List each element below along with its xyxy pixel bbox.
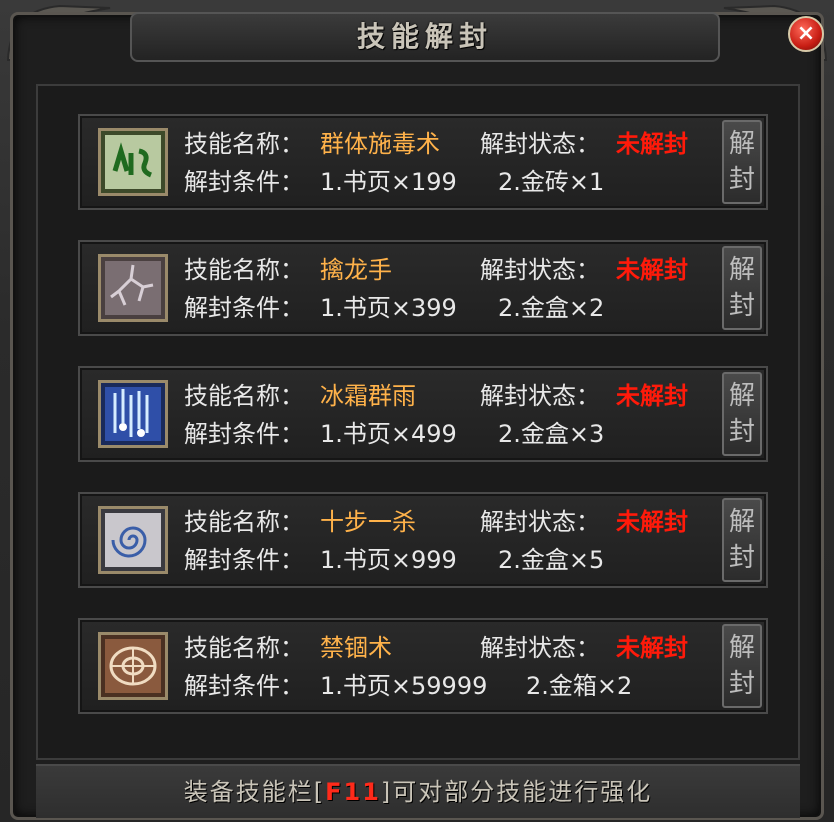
skill-name: 擒龙手 <box>320 256 392 284</box>
unlock-status-value: 未解封 <box>616 130 688 158</box>
unlock-condition-label: 解封条件： <box>184 420 304 448</box>
skill-name-label: 技能名称： <box>184 382 304 410</box>
skill-icon-frame <box>98 254 168 322</box>
unlock-status-value: 未解封 <box>616 634 688 662</box>
skill-name-label: 技能名称： <box>184 130 304 158</box>
footer-hint: 装备技能栏[F11]可对部分技能进行强化 <box>36 764 800 818</box>
footer-hint-suffix: ]可对部分技能进行强化 <box>380 778 653 806</box>
close-button[interactable]: × <box>788 16 824 52</box>
unlock-status-label: 解封状态： <box>480 130 600 158</box>
unlock-button-label-2: 封 <box>728 165 755 195</box>
unlock-condition-1: 1.书页×399 <box>320 294 457 322</box>
dragon-grab-icon <box>101 257 165 319</box>
seal-circle-icon <box>101 635 165 697</box>
poison-icon <box>101 131 165 193</box>
skill-name: 禁锢术 <box>320 634 392 662</box>
footer-hint-prefix: 装备技能栏[ <box>183 778 326 806</box>
skill-row: 技能名称： 冰霜群雨 解封状态： 未解封 解封条件： 1.书页×499 2.金盒… <box>78 366 768 462</box>
skill-row: 技能名称： 擒龙手 解封状态： 未解封 解封条件： 1.书页×399 2.金盒×… <box>78 240 768 336</box>
skill-row: 技能名称： 群体施毒术 解封状态： 未解封 解封条件： 1.书页×199 2.金… <box>78 114 768 210</box>
unlock-condition-label: 解封条件： <box>184 168 304 196</box>
skill-unlock-window: 技能解封 × 技能名称： 群体施毒术 解封状态： 未解封 解封条件： 1.书页×… <box>0 0 834 822</box>
skill-name-label: 技能名称： <box>184 634 304 662</box>
unlock-button-label-2: 封 <box>728 291 755 321</box>
unlock-condition-1: 1.书页×59999 <box>320 672 488 700</box>
unlock-button-label-1: 解 <box>728 381 755 411</box>
swirl-icon <box>101 509 165 571</box>
unlock-condition-1: 1.书页×499 <box>320 420 457 448</box>
unlock-button[interactable]: 解 封 <box>722 120 762 204</box>
unlock-condition-2: 2.金盒×3 <box>498 420 605 448</box>
unlock-condition-label: 解封条件： <box>184 672 304 700</box>
unlock-button[interactable]: 解 封 <box>722 498 762 582</box>
unlock-condition-label: 解封条件： <box>184 294 304 322</box>
unlock-condition-label: 解封条件： <box>184 546 304 574</box>
unlock-condition-1: 1.书页×199 <box>320 168 457 196</box>
unlock-button[interactable]: 解 封 <box>722 624 762 708</box>
unlock-condition-2: 2.金箱×2 <box>526 672 633 700</box>
skill-row: 技能名称： 十步一杀 解封状态： 未解封 解封条件： 1.书页×999 2.金盒… <box>78 492 768 588</box>
title-bar: 技能解封 <box>130 12 720 62</box>
unlock-status-value: 未解封 <box>616 382 688 410</box>
unlock-status-value: 未解封 <box>616 256 688 284</box>
unlock-status-value: 未解封 <box>616 508 688 536</box>
skill-name: 十步一杀 <box>320 508 416 536</box>
unlock-button-label-2: 封 <box>728 417 755 447</box>
skill-icon-frame <box>98 632 168 700</box>
skill-name-label: 技能名称： <box>184 508 304 536</box>
skill-icon-frame <box>98 380 168 448</box>
unlock-button-label-2: 封 <box>728 669 755 699</box>
skill-icon-frame <box>98 128 168 196</box>
skill-name: 群体施毒术 <box>320 130 440 158</box>
unlock-button-label-1: 解 <box>728 255 755 285</box>
unlock-button[interactable]: 解 封 <box>722 372 762 456</box>
unlock-button-label-1: 解 <box>728 507 755 537</box>
unlock-button-label-1: 解 <box>728 633 755 663</box>
unlock-condition-2: 2.金盒×5 <box>498 546 605 574</box>
ice-rain-icon <box>101 383 165 445</box>
skill-row: 技能名称： 禁锢术 解封状态： 未解封 解封条件： 1.书页×59999 2.金… <box>78 618 768 714</box>
unlock-status-label: 解封状态： <box>480 634 600 662</box>
close-icon: × <box>796 21 816 46</box>
skill-icon-frame <box>98 506 168 574</box>
window-title: 技能解封 <box>356 20 493 53</box>
unlock-button[interactable]: 解 封 <box>722 246 762 330</box>
unlock-status-label: 解封状态： <box>480 256 600 284</box>
unlock-button-label-2: 封 <box>728 543 755 573</box>
unlock-button-label-1: 解 <box>728 129 755 159</box>
skill-name: 冰霜群雨 <box>320 382 416 410</box>
unlock-status-label: 解封状态： <box>480 508 600 536</box>
unlock-condition-2: 2.金盒×2 <box>498 294 605 322</box>
unlock-status-label: 解封状态： <box>480 382 600 410</box>
unlock-condition-1: 1.书页×999 <box>320 546 457 574</box>
footer-hint-key: F11 <box>325 778 381 806</box>
unlock-condition-2: 2.金砖×1 <box>498 168 605 196</box>
skill-name-label: 技能名称： <box>184 256 304 284</box>
